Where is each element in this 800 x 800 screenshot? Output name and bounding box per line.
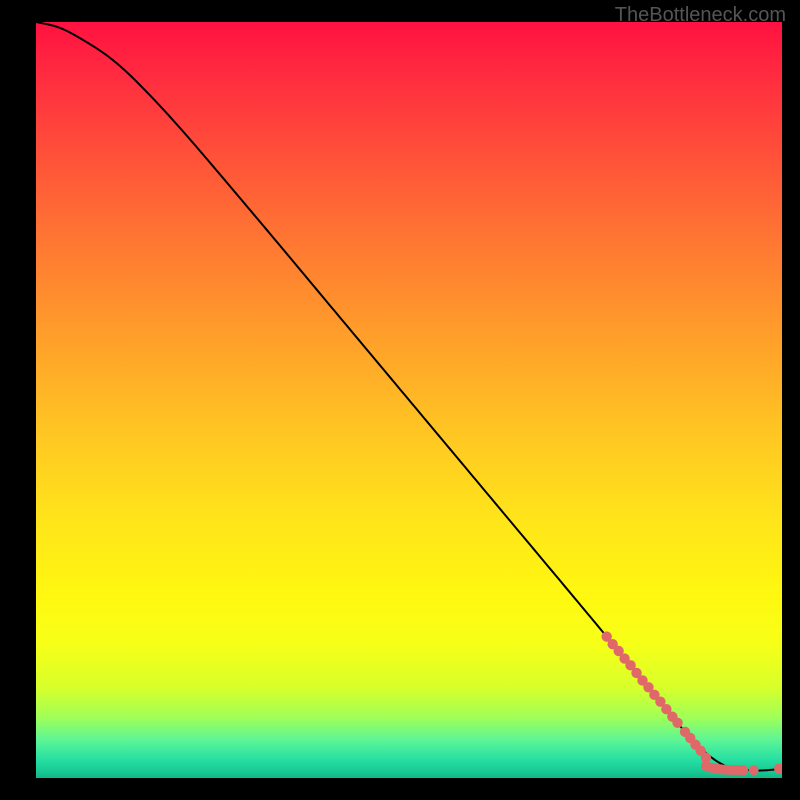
bottleneck-curve bbox=[36, 22, 782, 771]
plot-area bbox=[36, 22, 782, 778]
data-marker bbox=[749, 765, 759, 775]
watermark-text: TheBottleneck.com bbox=[615, 4, 786, 27]
data-marker bbox=[672, 718, 682, 728]
markers-group bbox=[601, 631, 782, 775]
data-marker bbox=[738, 765, 748, 775]
chart-svg bbox=[36, 22, 782, 778]
data-marker bbox=[774, 764, 782, 774]
